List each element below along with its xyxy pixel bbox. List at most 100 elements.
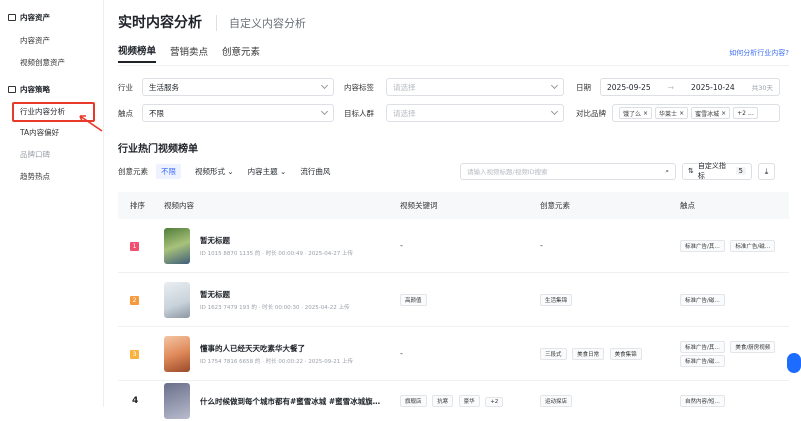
- header-rank: 排序: [130, 201, 145, 210]
- touch-value: 不限: [149, 108, 164, 118]
- search-icon[interactable]: ⌕: [665, 167, 669, 176]
- chevron-down-icon: [550, 81, 559, 90]
- filter-unlimited[interactable]: 不限: [156, 163, 181, 179]
- content-tag-select[interactable]: 请选择: [386, 78, 564, 96]
- video-meta: ID 1754 7816 6658 的 · 时长 00:00:22 · 2025…: [200, 358, 353, 365]
- filters: 行业 生活服务 内容标签 请选择 日期 2025-09-25 → 2025-10…: [118, 66, 789, 126]
- brand-more[interactable]: +2 …: [733, 107, 758, 119]
- keyword-chip: 抗寒: [432, 395, 454, 407]
- rank-badge: 3: [130, 349, 139, 359]
- table-row[interactable]: 2 暂无标题 ID 1623 7479 193 的 · 时长 00:00:30 …: [118, 273, 789, 327]
- element-chip: 美食集锦: [609, 347, 642, 360]
- layers-icon: [8, 85, 16, 93]
- page-title: 实时内容分析: [118, 15, 202, 31]
- rank-badge: 1: [130, 241, 139, 251]
- custom-analysis-link[interactable]: 自定义内容分析: [216, 15, 306, 31]
- chevron-down-icon: [320, 81, 329, 90]
- chevron-down-icon: [320, 107, 329, 116]
- sidebar-group-assets: 内容资产: [0, 10, 103, 24]
- sidebar-item-assets[interactable]: 内容资产: [0, 30, 103, 52]
- video-thumbnail[interactable]: [164, 383, 190, 419]
- search-placeholder: 请输入视频标题/视频ID搜索: [467, 168, 548, 176]
- video-thumbnail[interactable]: [164, 335, 190, 372]
- date-range-picker[interactable]: 2025-09-25 → 2025-10-24 共30天: [600, 78, 780, 96]
- header-keywords: 视频关键词: [400, 201, 438, 210]
- element-empty: -: [540, 241, 543, 250]
- touch-chip: 标准广告/磁…: [730, 239, 776, 252]
- sidebar-group-label: 内容策略: [20, 84, 50, 94]
- table-header: 排序 视频内容 视频关键词 创意元素 触点: [118, 192, 789, 219]
- element-chip: 美食日常: [572, 347, 605, 360]
- table-row[interactable]: 1 暂无标题 ID 1015 8870 1135 的 · 时长 00:00:49…: [118, 219, 789, 273]
- download-icon[interactable]: ⤓: [758, 162, 775, 180]
- arrow-right-icon: →: [667, 82, 674, 92]
- sidebar-item-brand-reputation[interactable]: 品牌口碑: [0, 144, 103, 166]
- metric-count: 5: [735, 167, 746, 175]
- metric-label: 自定义指标: [697, 162, 726, 180]
- sidebar-item-video-creative[interactable]: 视频创意资产: [0, 52, 103, 74]
- table-toolbar: 创意元素 不限 视频形式 ⌄ 内容主题 ⌄ 流行曲风 请输入视频标题/视频ID搜…: [118, 158, 789, 184]
- touch-chip: 标准广告/磁…: [680, 293, 725, 306]
- brand-label: 对比品牌: [576, 108, 606, 118]
- touch-select[interactable]: 不限: [142, 104, 334, 122]
- table-row[interactable]: 3 懂事的人已经天天吃素华大餐了 ID 1754 7816 6658 的 · 时…: [118, 327, 789, 381]
- video-meta: ID 1623 7479 193 的 · 时长 00:00:30 · 2025-…: [200, 304, 350, 311]
- sidebar-item-trends[interactable]: 趋势热点: [0, 166, 103, 188]
- header-elements: 创意元素: [540, 201, 570, 210]
- sidebar: 内容资产 内容资产 视频创意资产 内容策略 行业内容分析 TA内容偏好 品牌口碑…: [0, 0, 104, 407]
- rank-badge: 2: [130, 295, 139, 305]
- target-select[interactable]: 请选择: [386, 104, 564, 122]
- title-bar: 实时内容分析 自定义内容分析: [118, 0, 789, 40]
- video-title[interactable]: 暂无标题: [200, 235, 353, 246]
- keyword-chip: 高颜值: [400, 293, 427, 306]
- custom-metrics-button[interactable]: ⇅ 自定义指标 5: [682, 162, 752, 180]
- keyword-chip: 旗舰店: [400, 395, 427, 407]
- keyword-chip: +2: [485, 397, 504, 407]
- ranking-table: 排序 视频内容 视频关键词 创意元素 触点 1 暂无标题 ID 1015 887…: [118, 192, 789, 421]
- touch-chip: 标准广告/磁…: [680, 354, 725, 367]
- main-panel: 实时内容分析 自定义内容分析 视频榜单 营销卖点 创意元素 如何分析行业内容? …: [104, 0, 801, 419]
- tab-selling-points[interactable]: 营销卖点: [170, 44, 208, 62]
- rank-number: 4: [132, 396, 139, 406]
- folder-icon: [8, 13, 16, 21]
- filter-music[interactable]: 流行曲风: [300, 166, 330, 177]
- element-chip: 三段式: [540, 347, 567, 360]
- tabs: 视频榜单 营销卖点 创意元素 如何分析行业内容?: [118, 40, 789, 66]
- section-title: 行业热门视频榜单: [118, 144, 198, 155]
- search-input[interactable]: 请输入视频标题/视频ID搜索 ⌕: [460, 162, 676, 180]
- creative-element-label: 创意元素: [118, 166, 148, 176]
- table-row[interactable]: 4 什么时候做到每个城市都有#蜜雪冰城 #蜜雪冰城旗… 旗舰店 抗寒 豪华 +2…: [118, 381, 789, 421]
- filter-theme[interactable]: 内容主题 ⌄: [248, 166, 287, 177]
- assistant-bot-icon[interactable]: [787, 353, 801, 373]
- brand-tag[interactable]: 华莱士 ×: [655, 107, 689, 119]
- filter-row: 触点 不限 目标人群 请选择 对比品牌 饿了么 × 华莱士 × 蜜雪冰城 × +2 …: [118, 100, 789, 126]
- help-link[interactable]: 如何分析行业内容?: [729, 48, 789, 58]
- brand-tag[interactable]: 饿了么 ×: [619, 107, 653, 119]
- brand-tag[interactable]: 蜜雪冰城 ×: [691, 107, 731, 119]
- industry-select[interactable]: 生活服务: [142, 78, 334, 96]
- keyword-empty: -: [400, 241, 403, 250]
- video-title[interactable]: 暂无标题: [200, 289, 350, 300]
- tab-video-ranking[interactable]: 视频榜单: [118, 43, 157, 63]
- header-video: 视频内容: [164, 201, 194, 210]
- video-thumbnail[interactable]: [164, 227, 190, 264]
- element-chip: 生活集锦: [540, 293, 573, 306]
- sidebar-group-label: 内容资产: [20, 12, 50, 22]
- industry-value: 生活服务: [149, 82, 179, 92]
- brand-select[interactable]: 饿了么 × 华莱士 × 蜜雪冰城 × +2 …: [612, 104, 780, 122]
- chevron-down-icon: [550, 107, 559, 116]
- video-title[interactable]: 懂事的人已经天天吃素华大餐了: [200, 343, 353, 354]
- target-placeholder: 请选择: [393, 108, 416, 118]
- touch-chip: 标准广告/其…: [680, 239, 725, 252]
- target-label: 目标人群: [344, 108, 374, 118]
- app: 内容资产 内容资产 视频创意资产 内容策略 行业内容分析 TA内容偏好 品牌口碑…: [0, 0, 801, 419]
- video-thumbnail[interactable]: [164, 281, 190, 318]
- tab-creative-elements[interactable]: 创意元素: [222, 44, 260, 62]
- date-end: 2025-10-24: [691, 82, 735, 92]
- video-title[interactable]: 什么时候做到每个城市都有#蜜雪冰城 #蜜雪冰城旗…: [200, 396, 380, 407]
- video-meta: ID 1015 8870 1135 的 · 时长 00:00:49 · 2025…: [200, 250, 353, 257]
- keyword-empty: -: [400, 349, 403, 358]
- date-label: 日期: [576, 82, 591, 92]
- touch-chip: 美食/厨房视频: [730, 340, 776, 353]
- filter-format[interactable]: 视频形式 ⌄: [195, 166, 234, 177]
